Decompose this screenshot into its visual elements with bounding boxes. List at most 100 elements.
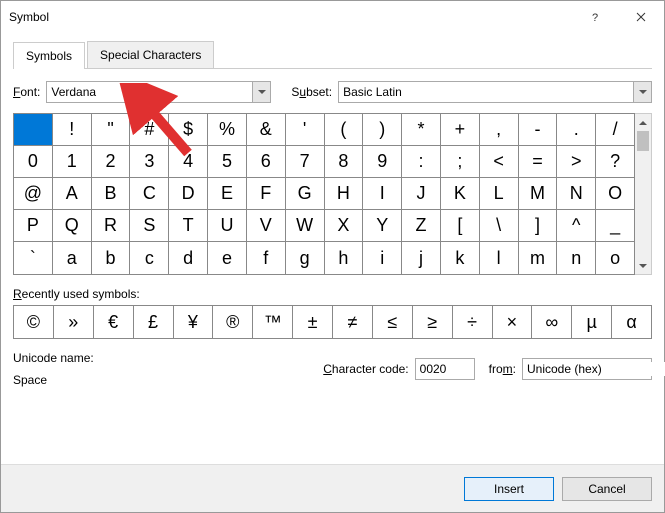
symbol-cell[interactable]: ? bbox=[596, 146, 634, 178]
symbol-cell[interactable]: " bbox=[92, 114, 131, 146]
symbol-cell[interactable]: . bbox=[557, 114, 596, 146]
symbol-cell[interactable]: Z bbox=[402, 210, 441, 242]
symbol-cell[interactable]: 3 bbox=[130, 146, 169, 178]
symbol-cell[interactable]: # bbox=[130, 114, 169, 146]
symbol-cell[interactable]: a bbox=[53, 242, 92, 274]
symbol-cell[interactable]: B bbox=[92, 178, 131, 210]
symbol-cell[interactable]: c bbox=[130, 242, 169, 274]
symbol-cell[interactable] bbox=[14, 114, 53, 146]
symbol-cell[interactable]: < bbox=[480, 146, 519, 178]
recent-symbol-cell[interactable]: ± bbox=[293, 306, 333, 338]
symbol-cell[interactable]: G bbox=[286, 178, 325, 210]
symbol-cell[interactable]: ) bbox=[363, 114, 402, 146]
from-combo[interactable] bbox=[522, 358, 652, 380]
recent-symbol-cell[interactable]: ∞ bbox=[532, 306, 572, 338]
symbol-cell[interactable]: Q bbox=[53, 210, 92, 242]
recent-symbol-cell[interactable]: ÷ bbox=[453, 306, 493, 338]
from-input[interactable] bbox=[523, 362, 665, 376]
symbol-cell[interactable]: 1 bbox=[53, 146, 92, 178]
recent-symbol-cell[interactable]: ™ bbox=[253, 306, 293, 338]
symbol-cell[interactable]: , bbox=[480, 114, 519, 146]
symbol-cell[interactable]: 8 bbox=[325, 146, 364, 178]
symbol-cell[interactable]: V bbox=[247, 210, 286, 242]
symbol-cell[interactable]: ! bbox=[53, 114, 92, 146]
symbol-cell[interactable]: f bbox=[247, 242, 286, 274]
symbol-cell[interactable]: Y bbox=[363, 210, 402, 242]
symbol-cell[interactable]: N bbox=[557, 178, 596, 210]
symbol-cell[interactable]: S bbox=[130, 210, 169, 242]
symbol-cell[interactable]: = bbox=[519, 146, 558, 178]
symbol-cell[interactable]: _ bbox=[596, 210, 634, 242]
recent-symbol-cell[interactable]: € bbox=[94, 306, 134, 338]
symbol-cell[interactable]: ( bbox=[325, 114, 364, 146]
symbol-cell[interactable]: R bbox=[92, 210, 131, 242]
font-input[interactable] bbox=[47, 85, 252, 99]
symbol-cell[interactable]: C bbox=[130, 178, 169, 210]
symbol-cell[interactable]: o bbox=[596, 242, 634, 274]
symbol-cell[interactable]: / bbox=[596, 114, 634, 146]
symbol-cell[interactable]: U bbox=[208, 210, 247, 242]
symbol-cell[interactable]: 2 bbox=[92, 146, 131, 178]
grid-scrollbar[interactable] bbox=[635, 113, 652, 275]
font-combo[interactable] bbox=[46, 81, 271, 103]
symbol-cell[interactable]: b bbox=[92, 242, 131, 274]
tab-special-characters[interactable]: Special Characters bbox=[87, 41, 214, 68]
symbol-cell[interactable]: 6 bbox=[247, 146, 286, 178]
tab-symbols[interactable]: Symbols bbox=[13, 42, 85, 69]
symbol-cell[interactable]: : bbox=[402, 146, 441, 178]
char-code-input[interactable] bbox=[415, 358, 475, 380]
symbol-cell[interactable]: $ bbox=[169, 114, 208, 146]
subset-input[interactable] bbox=[339, 85, 633, 99]
symbol-cell[interactable]: M bbox=[519, 178, 558, 210]
symbol-cell[interactable]: + bbox=[441, 114, 480, 146]
symbol-cell[interactable]: @ bbox=[14, 178, 53, 210]
symbol-cell[interactable]: X bbox=[325, 210, 364, 242]
recent-symbol-cell[interactable]: » bbox=[54, 306, 94, 338]
symbol-cell[interactable]: [ bbox=[441, 210, 480, 242]
symbol-cell[interactable]: P bbox=[14, 210, 53, 242]
symbol-cell[interactable]: * bbox=[402, 114, 441, 146]
symbol-cell[interactable]: h bbox=[325, 242, 364, 274]
recent-symbol-cell[interactable]: ≠ bbox=[333, 306, 373, 338]
symbol-cell[interactable]: W bbox=[286, 210, 325, 242]
recent-symbol-cell[interactable]: µ bbox=[572, 306, 612, 338]
symbol-cell[interactable]: ^ bbox=[557, 210, 596, 242]
symbol-cell[interactable]: 5 bbox=[208, 146, 247, 178]
recent-symbol-cell[interactable]: ¥ bbox=[174, 306, 214, 338]
symbol-cell[interactable]: A bbox=[53, 178, 92, 210]
recent-symbol-cell[interactable]: ≥ bbox=[413, 306, 453, 338]
recent-symbol-cell[interactable]: ≤ bbox=[373, 306, 413, 338]
symbol-cell[interactable]: g bbox=[286, 242, 325, 274]
symbol-cell[interactable]: F bbox=[247, 178, 286, 210]
symbol-cell[interactable]: 4 bbox=[169, 146, 208, 178]
symbol-cell[interactable]: O bbox=[596, 178, 634, 210]
cancel-button[interactable]: Cancel bbox=[562, 477, 652, 501]
symbol-cell[interactable]: ; bbox=[441, 146, 480, 178]
symbol-cell[interactable]: I bbox=[363, 178, 402, 210]
symbol-cell[interactable]: L bbox=[480, 178, 519, 210]
symbol-cell[interactable]: d bbox=[169, 242, 208, 274]
insert-button[interactable]: Insert bbox=[464, 477, 554, 501]
scroll-up-button[interactable] bbox=[635, 114, 651, 131]
symbol-cell[interactable]: n bbox=[557, 242, 596, 274]
close-button[interactable] bbox=[618, 1, 664, 33]
symbol-cell[interactable]: \ bbox=[480, 210, 519, 242]
recent-symbol-cell[interactable]: ® bbox=[213, 306, 253, 338]
symbol-cell[interactable]: > bbox=[557, 146, 596, 178]
symbol-cell[interactable]: E bbox=[208, 178, 247, 210]
symbol-cell[interactable]: 7 bbox=[286, 146, 325, 178]
recent-symbol-cell[interactable]: © bbox=[14, 306, 54, 338]
symbol-cell[interactable]: % bbox=[208, 114, 247, 146]
subset-dropdown-button[interactable] bbox=[633, 82, 651, 102]
symbol-cell[interactable]: ' bbox=[286, 114, 325, 146]
symbol-cell[interactable]: j bbox=[402, 242, 441, 274]
symbol-cell[interactable]: K bbox=[441, 178, 480, 210]
symbol-cell[interactable]: 0 bbox=[14, 146, 53, 178]
symbol-cell[interactable]: l bbox=[480, 242, 519, 274]
scroll-down-button[interactable] bbox=[635, 257, 651, 274]
recent-symbol-cell[interactable]: £ bbox=[134, 306, 174, 338]
symbol-cell[interactable]: D bbox=[169, 178, 208, 210]
subset-combo[interactable] bbox=[338, 81, 652, 103]
symbol-cell[interactable]: e bbox=[208, 242, 247, 274]
scroll-track[interactable] bbox=[635, 131, 651, 257]
